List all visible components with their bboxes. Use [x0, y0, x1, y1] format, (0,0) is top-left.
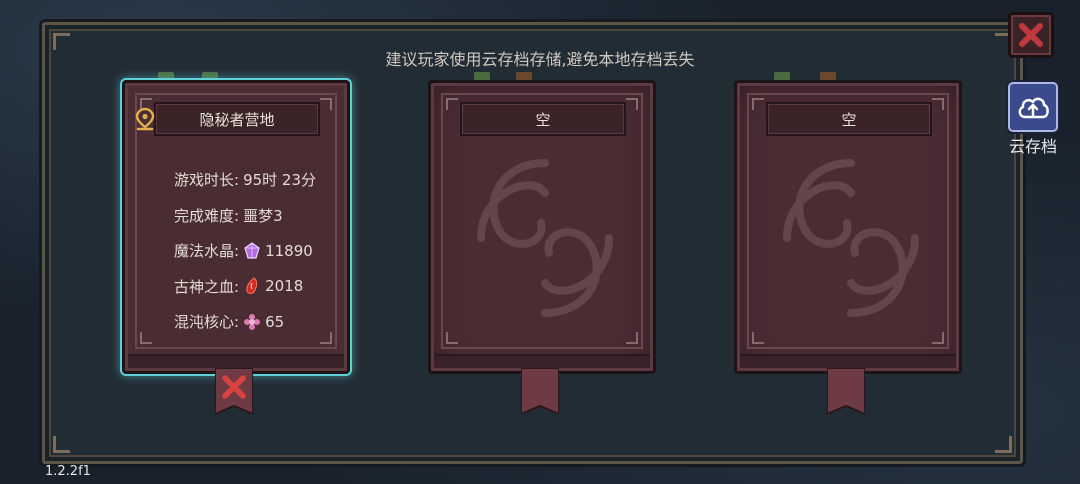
save-slot-3[interactable]: 空: [734, 72, 962, 414]
stat-label: 混沌核心:: [174, 313, 240, 332]
version-label: 1.2.2f1: [45, 464, 91, 479]
stat-chaos-core: 混沌核心: 65: [174, 304, 316, 340]
close-button[interactable]: [1008, 12, 1054, 58]
swirl-ornament: [783, 159, 919, 317]
magic-crystal-icon: [244, 242, 260, 259]
cloud-save-notice: 建议玩家使用云存档存储,避免本地存档丢失: [385, 50, 695, 69]
stat-value: 噩梦3: [243, 206, 283, 225]
stat-magic-crystal: 魔法水晶: 11890: [174, 233, 316, 269]
stat-ancient-blood: 古神之血: 2018: [174, 269, 316, 305]
swirl-ornament: [477, 159, 613, 317]
stat-difficulty: 完成难度: 噩梦3: [174, 198, 316, 234]
chaos-core-icon: [244, 313, 261, 330]
stat-value: 11890: [265, 241, 313, 260]
slot-title: 空: [841, 110, 857, 129]
slot-title-bar: 空: [766, 102, 932, 136]
stat-label: 游戏时长:: [174, 171, 240, 190]
slot-stats: 游戏时长: 95时 23分 完成难度: 噩梦3 魔法水晶: 11890 古神之血…: [174, 162, 316, 340]
save-slot-2[interactable]: 空: [428, 72, 656, 414]
slot-title-bar: 空: [460, 102, 626, 136]
cloud-save-button[interactable]: [1008, 82, 1058, 132]
save-slot-1[interactable]: 隐秘者营地 游戏时长: 95时 23分 完成难度: 噩梦3 魔法水晶: 1189…: [122, 72, 350, 414]
panel-corner: [53, 436, 70, 453]
panel-corner: [995, 436, 1012, 453]
slot-ribbon: [827, 368, 865, 414]
stat-label: 魔法水晶:: [174, 242, 240, 261]
cloud-save-label: 云存档: [1008, 137, 1057, 156]
stat-value: 95时 23分: [243, 171, 317, 190]
delete-save-button[interactable]: [215, 368, 253, 414]
location-pin-icon: [135, 107, 155, 131]
cloud-upload-icon: [1018, 97, 1049, 119]
slot-title: 隐秘者营地: [199, 110, 275, 129]
slot-title: 空: [535, 110, 551, 129]
stat-playtime: 游戏时长: 95时 23分: [174, 162, 316, 198]
slot-ribbon: [521, 368, 559, 414]
stat-label: 古神之血:: [174, 277, 240, 296]
stat-value: 65: [265, 312, 285, 331]
ancient-blood-icon: [246, 277, 258, 295]
stat-label: 完成难度:: [174, 206, 240, 225]
slot-title-bar: 隐秘者营地: [135, 102, 320, 136]
stat-value: 2018: [265, 277, 304, 296]
close-icon: [1019, 23, 1043, 47]
